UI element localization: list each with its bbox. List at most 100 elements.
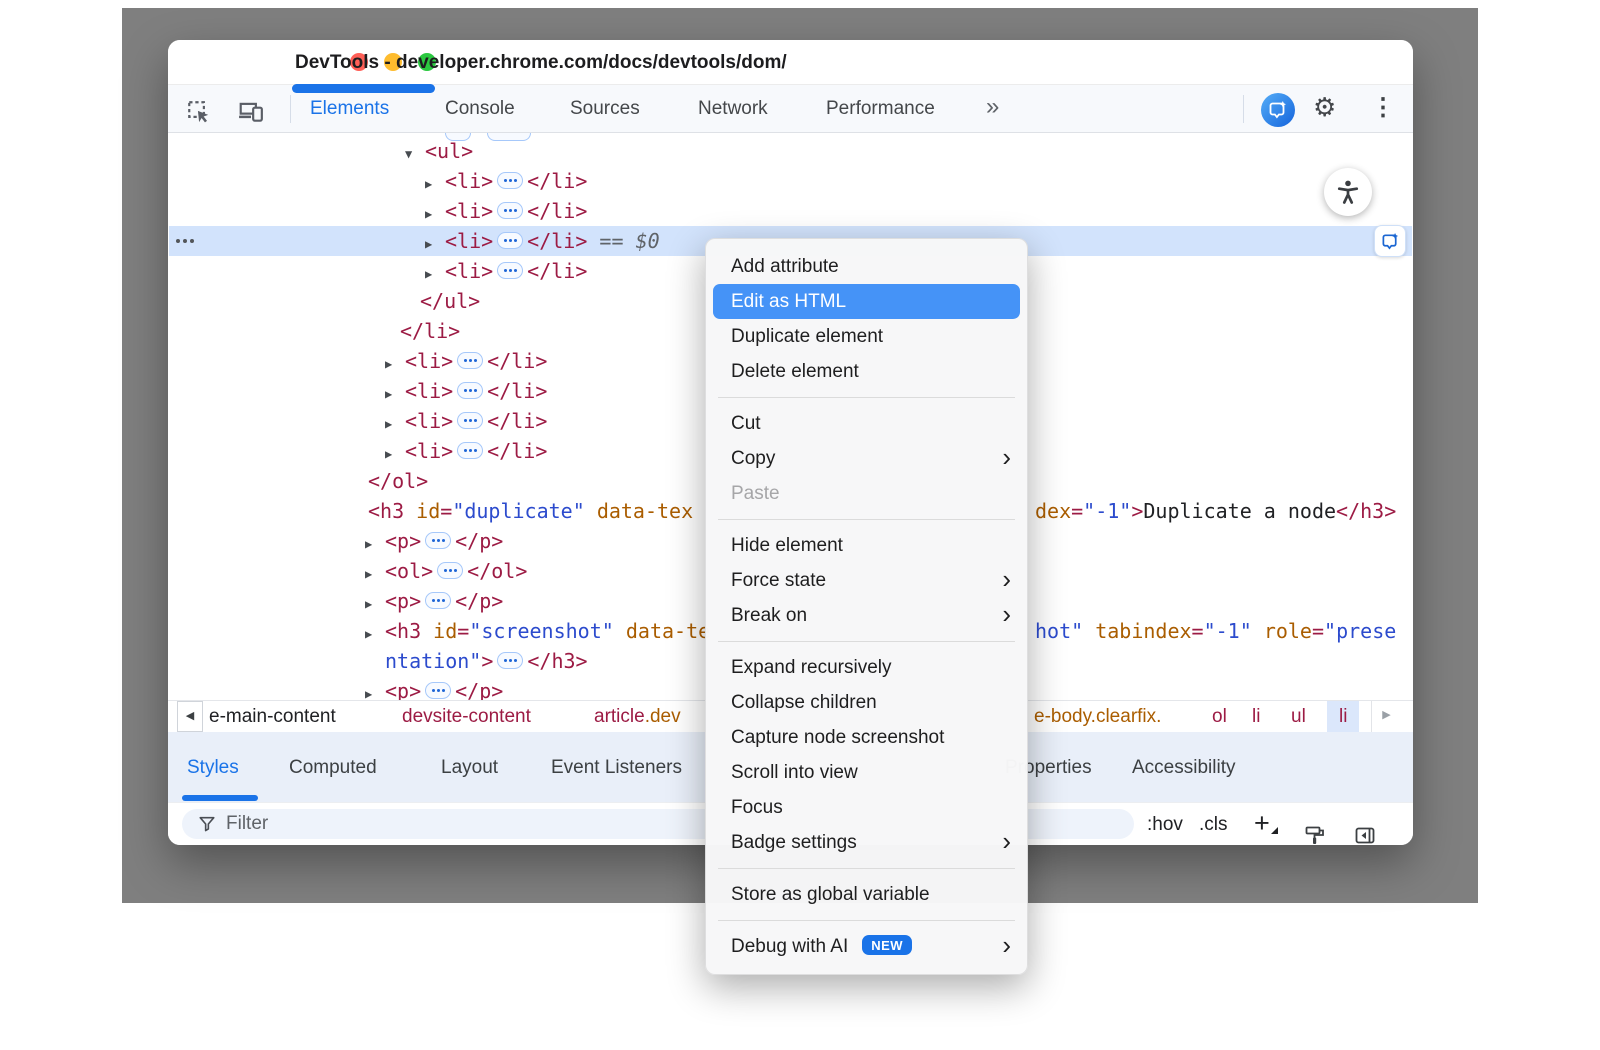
menu-item-scroll-into-view[interactable]: Scroll into view [706,755,1027,790]
collapsed-content-icon[interactable] [437,562,463,579]
dom-tree-row[interactable]: </ol> [368,466,428,496]
dom-tree-row[interactable]: dex="-1">Duplicate a node</h3> [1035,496,1396,526]
expand-arrow-icon[interactable]: ▶ [365,559,385,589]
ask-ai-node-button[interactable] [1374,225,1406,257]
collapsed-content-icon[interactable] [497,172,523,189]
new-style-rule-button[interactable]: + [1254,803,1270,845]
dom-tree-row[interactable]: ▶<li></li> [425,166,587,196]
dom-tree-row[interactable]: ▶<li></li> == $0 [425,226,660,256]
expand-arrow-icon[interactable]: ▶ [365,529,385,559]
dom-tree-row[interactable]: </li> [400,316,460,346]
collapsed-content-icon[interactable] [497,232,523,249]
collapsed-content-icon[interactable] [457,352,483,369]
menu-item-store-as-global-variable[interactable]: Store as global variable [706,877,1027,912]
menu-item-edit-as-html[interactable]: Edit as HTML [713,284,1020,319]
dom-tree-row[interactable]: ntation"></h3> [385,646,588,676]
menu-item-copy[interactable]: Copy› [706,441,1027,476]
menu-item-hide-element[interactable]: Hide element [706,528,1027,563]
dom-tree-row[interactable]: ▶<li></li> [425,196,587,226]
expand-arrow-icon[interactable]: ▶ [385,439,405,469]
expand-arrow-icon[interactable]: ▶ [425,169,445,199]
code-tag: </li> [487,379,547,403]
expand-arrow-icon[interactable]: ▶ [425,259,445,289]
menu-item-badge-settings[interactable]: Badge settings› [706,825,1027,860]
breadcrumb-scroll-left-icon[interactable]: ◀ [177,701,203,732]
breadcrumb-scroll-right-icon[interactable]: ▶ [1371,701,1401,732]
menu-item-force-state[interactable]: Force state› [706,563,1027,598]
tab-sources[interactable]: Sources [570,85,640,133]
paint-roller-icon[interactable] [1304,814,1326,845]
menu-item-debug-with-ai[interactable]: Debug with AINEW› [706,929,1027,964]
expand-arrow-icon[interactable]: ▶ [385,379,405,409]
dom-tree-row[interactable]: ▶<li></li> [385,436,547,466]
tab-console[interactable]: Console [445,85,515,133]
dom-tree-row[interactable]: </ul> [420,286,480,316]
collapsed-content-icon[interactable] [425,592,451,609]
menu-item-collapse-children[interactable]: Collapse children [706,685,1027,720]
collapsed-content-icon[interactable] [457,412,483,429]
dom-tree-row[interactable]: ▶<li></li> [425,256,587,286]
expand-arrow-icon[interactable]: ▶ [425,199,445,229]
toggle-sidebar-icon[interactable] [1354,814,1376,845]
breadcrumb-item[interactable]: li [1327,701,1359,732]
tab-network[interactable]: Network [698,85,768,133]
breadcrumb-item[interactable]: e-main-content [209,701,336,732]
breadcrumb-item[interactable]: li [1252,701,1260,732]
sidebar-tab-styles[interactable]: Styles [187,754,239,782]
expand-arrow-icon[interactable]: ▶ [365,589,385,619]
dom-tree-row[interactable]: <h3 id="duplicate" data-tex [368,496,693,526]
gear-icon[interactable]: ⚙ [1313,92,1336,123]
dom-tree-row[interactable]: ▶<p></p> [365,526,503,556]
device-toolbar-icon[interactable] [238,99,264,125]
inspect-element-icon[interactable] [186,99,212,125]
menu-item-label: Copy [731,448,775,469]
breadcrumb-item[interactable]: ul [1291,701,1306,732]
expand-arrow-icon[interactable]: ▶ [425,229,445,259]
accessibility-person-icon[interactable] [1324,168,1372,216]
collapsed-content-icon[interactable] [497,202,523,219]
dom-tree-row[interactable]: ▶<p></p> [365,676,503,700]
breadcrumb-item[interactable]: ol [1212,701,1227,732]
expand-arrow-icon[interactable]: ▶ [365,619,385,649]
menu-item-delete-element[interactable]: Delete element [706,354,1027,389]
menu-item-expand-recursively[interactable]: Expand recursively [706,650,1027,685]
more-tabs-icon[interactable]: » [986,85,997,133]
kebab-menu-icon[interactable]: ⋮ [1371,93,1395,122]
dom-tree-row[interactable]: ▶<li></li> [385,406,547,436]
collapsed-content-icon[interactable] [497,262,523,279]
sidebar-tab-layout[interactable]: Layout [441,754,498,782]
expand-arrow-icon[interactable]: ▶ [385,349,405,379]
sidebar-tab-accessibility[interactable]: Accessibility [1132,754,1235,782]
collapsed-content-icon[interactable] [425,682,451,699]
breadcrumb-item[interactable]: e-body.clearfix. [1034,701,1161,732]
collapsed-content-icon[interactable] [457,382,483,399]
row-overflow-dots-icon[interactable] [176,239,198,245]
sidebar-tab-event-listeners[interactable]: Event Listeners [551,754,682,782]
collapsed-content-icon[interactable] [497,652,523,669]
menu-item-duplicate-element[interactable]: Duplicate element [706,319,1027,354]
dom-tree-row[interactable]: hot" tabindex="-1" role="prese [1035,616,1396,646]
menu-item-capture-node-screenshot[interactable]: Capture node screenshot [706,720,1027,755]
menu-item-cut[interactable]: Cut [706,406,1027,441]
menu-item-break-on[interactable]: Break on› [706,598,1027,633]
dom-tree-row[interactable]: ▶<li></li> [385,376,547,406]
collapse-arrow-icon[interactable]: ▼ [405,139,425,169]
ai-assistant-icon[interactable] [1261,93,1295,127]
dom-tree-row[interactable]: ▶<li></li> [385,346,547,376]
breadcrumb-item[interactable]: article.dev [594,701,681,732]
expand-arrow-icon[interactable]: ▶ [365,679,385,700]
dom-tree-row[interactable]: ▶<ol></ol> [365,556,527,586]
toggle-class-button[interactable]: .cls [1199,803,1228,845]
collapsed-content-icon[interactable] [425,532,451,549]
breadcrumb-item[interactable]: devsite-content [402,701,531,732]
dom-tree-row[interactable]: ▶<h3 id="screenshot" data-te [365,616,710,646]
toggle-hover-state-button[interactable]: :hov [1147,803,1183,845]
menu-item-focus[interactable]: Focus [706,790,1027,825]
tab-performance[interactable]: Performance [826,85,935,133]
dom-tree-row[interactable]: ▶<p></p> [365,586,503,616]
menu-item-add-attribute[interactable]: Add attribute [706,249,1027,284]
collapsed-content-icon[interactable] [457,442,483,459]
expand-arrow-icon[interactable]: ▶ [385,409,405,439]
sidebar-tab-computed[interactable]: Computed [289,754,377,782]
dom-tree-row[interactable]: ▼<ul> [405,136,473,166]
